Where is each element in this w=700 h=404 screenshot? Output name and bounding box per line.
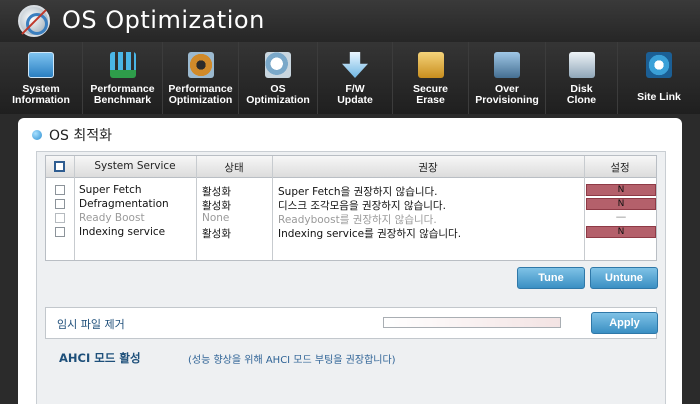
temp-files-label: 임시 파일 제거 [57,318,125,331]
temp-files-section: 임시 파일 제거 Apply [45,307,658,339]
table-row: Ready Boost None Readyboost를 권장하지 않습니다. … [46,211,656,226]
service-name: Indexing service [79,226,166,238]
bullet-icon [32,130,42,140]
services-section: System Service 상태 권장 설정 Super Fetch 활성화 … [36,151,666,404]
app-title: OS Optimization [62,6,265,34]
service-status: 활성화 [202,228,231,240]
service-name: Super Fetch [79,184,142,196]
toolbar-performance-optimization[interactable]: Performance Optimization [163,42,239,114]
toolbar-item-label: Performance Benchmark [90,83,155,106]
service-recommendation: Readyboost를 권장하지 않습니다. [278,214,437,226]
setting-toggle[interactable]: N [586,184,656,196]
temp-files-progress [383,317,561,328]
service-recommendation: Super Fetch을 권장하지 않습니다. [278,186,438,198]
app-header: OS Optimization [0,0,700,42]
toolbar-performance-benchmark[interactable]: Performance Benchmark [83,42,163,114]
setting-toggle[interactable]: N [586,226,656,238]
service-status: None [202,212,230,224]
toolbar-item-label: Disk Clone [566,83,597,106]
gear-icon [187,52,214,78]
ahci-description: (성능 향상을 위해 AHCI 모드 부팅을 권장합니다) [188,355,396,366]
table-header: System Service 상태 권장 설정 [46,156,656,178]
tune-button[interactable]: Tune [517,267,585,289]
header-service: System Service [94,160,176,172]
header-status: 상태 [224,162,244,174]
toolbar-site-link[interactable]: Site Link [618,42,700,114]
row-checkbox[interactable] [55,227,65,237]
toolbar-item-label: Performance Optimization [168,83,233,106]
service-status: 활성화 [202,186,231,198]
table-row[interactable]: Indexing service 활성화 Indexing service를 권… [46,226,656,240]
os-optimization-icon [265,52,291,78]
toolbar-fw-update[interactable]: F/W Update [318,42,393,114]
toolbar-os-optimization[interactable]: OS Optimization [239,42,318,114]
app-logo-icon [18,5,50,37]
service-recommendation: Indexing service를 권장하지 않습니다. [278,228,462,240]
setting-toggle[interactable]: N [586,198,656,210]
toolbar-over-provisioning[interactable]: Over Provisioning [469,42,546,114]
lock-icon [417,52,444,78]
row-checkbox[interactable] [55,199,65,209]
toolbar-system-information[interactable]: System Information [0,42,83,114]
toolbar-item-label: OS Optimization [246,83,310,106]
table-row[interactable]: Super Fetch 활성화 Super Fetch을 권장하지 않습니다. … [46,184,656,198]
service-recommendation: 디스크 조각모음을 권장하지 않습니다. [278,200,446,212]
toolbar-disk-clone[interactable]: Disk Clone [546,42,618,114]
system-info-icon [28,52,54,78]
apply-button[interactable]: Apply [591,312,658,334]
toolbar-item-label: Secure Erase [412,83,449,106]
toolbar-item-label: F/W Update [337,83,373,106]
os-optimization-panel: OS 최적화 System Service 상태 권장 설정 Super Fet… [18,118,682,404]
setting-unavailable: — [615,211,627,223]
select-all-checkbox[interactable] [54,161,65,172]
toolbar-item-label: System Information [12,83,70,106]
ahci-title: AHCI 모드 활성 [59,351,141,365]
row-checkbox[interactable] [55,185,65,195]
table-row[interactable]: Defragmentation 활성화 디스크 조각모음을 권장하지 않습니다.… [46,198,656,212]
firmware-update-icon [342,52,368,78]
globe-icon [646,52,672,78]
header-recommendation: 권장 [418,162,438,174]
disk-clone-icon [568,52,595,78]
toolbar-secure-erase[interactable]: Secure Erase [393,42,469,114]
service-name: Defragmentation [79,198,169,210]
database-icon [494,52,520,78]
toolbar-item-label: Site Link [637,91,681,103]
service-name: Ready Boost [79,212,145,224]
panel-title: OS 최적화 [49,128,112,144]
header-setting: 설정 [610,162,630,174]
toolbar: System Information Performance Benchmark… [0,42,700,114]
row-checkbox [55,213,65,223]
services-table: System Service 상태 권장 설정 Super Fetch 활성화 … [45,155,657,261]
benchmark-icon [109,52,136,78]
service-status: 활성화 [202,200,231,212]
untune-button[interactable]: Untune [590,267,658,289]
toolbar-item-label: Over Provisioning [475,83,539,106]
